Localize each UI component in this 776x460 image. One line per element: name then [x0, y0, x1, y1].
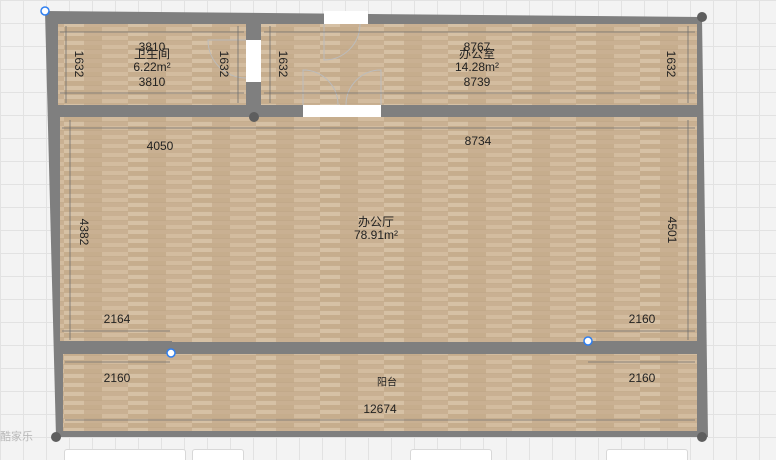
dim-office-right: 1632 — [664, 50, 678, 78]
watermark: 酷家乐 — [0, 431, 33, 443]
dim-hall-bottom-left: 2164 — [103, 312, 131, 326]
dim-hall-bottom-right: 2160 — [628, 312, 656, 326]
wall-handle[interactable] — [583, 336, 593, 346]
wall-joint — [697, 12, 707, 22]
dim-balcony-right: 2160 — [628, 371, 656, 385]
door-opening-bath — [246, 40, 261, 82]
hall-area: 78.91m² — [353, 228, 399, 242]
dim-balcony-left: 2160 — [103, 371, 131, 385]
wall-notch-left — [60, 341, 172, 353]
door-opening-top — [324, 11, 368, 24]
wall-notch-right — [588, 341, 697, 353]
bathroom-area: 6.22m² — [133, 60, 171, 74]
dim-office-left: 1632 — [276, 50, 290, 78]
toolbar-tab[interactable] — [410, 449, 492, 460]
dim-bath-right: 1632 — [217, 50, 231, 78]
wall-joint — [249, 112, 259, 122]
dim-hall-right: 4501 — [665, 216, 679, 244]
toolbar-tab[interactable] — [192, 449, 244, 460]
office-area: 14.28m² — [454, 60, 500, 74]
dim-office-bottom: 8739 — [463, 75, 491, 89]
wall-joint — [51, 432, 61, 442]
bottom-toolbar — [0, 449, 776, 460]
dim-hall-top-left: 4050 — [146, 139, 174, 153]
dim-hall-top-right: 8734 — [464, 134, 492, 148]
dim-bath-left: 1632 — [72, 50, 86, 78]
dim-bath-bottom: 3810 — [138, 75, 166, 89]
wall-handle[interactable] — [166, 348, 176, 358]
dim-bath-top: 3810 — [138, 40, 166, 54]
wall-joint — [697, 432, 707, 442]
balcony-label: 阳台 — [377, 377, 397, 389]
toolbar-tab[interactable] — [64, 449, 186, 460]
hall-label: 办公厅 78.91m² — [353, 215, 399, 242]
balcony-floor — [63, 354, 697, 431]
door-opening-office — [303, 105, 381, 117]
toolbar-tab[interactable] — [606, 449, 688, 460]
dim-balcony-bottom: 12674 — [363, 402, 397, 416]
dim-hall-left: 4382 — [77, 218, 91, 246]
dim-office-top: 8767 — [463, 40, 491, 54]
wall-handle[interactable] — [40, 6, 50, 16]
